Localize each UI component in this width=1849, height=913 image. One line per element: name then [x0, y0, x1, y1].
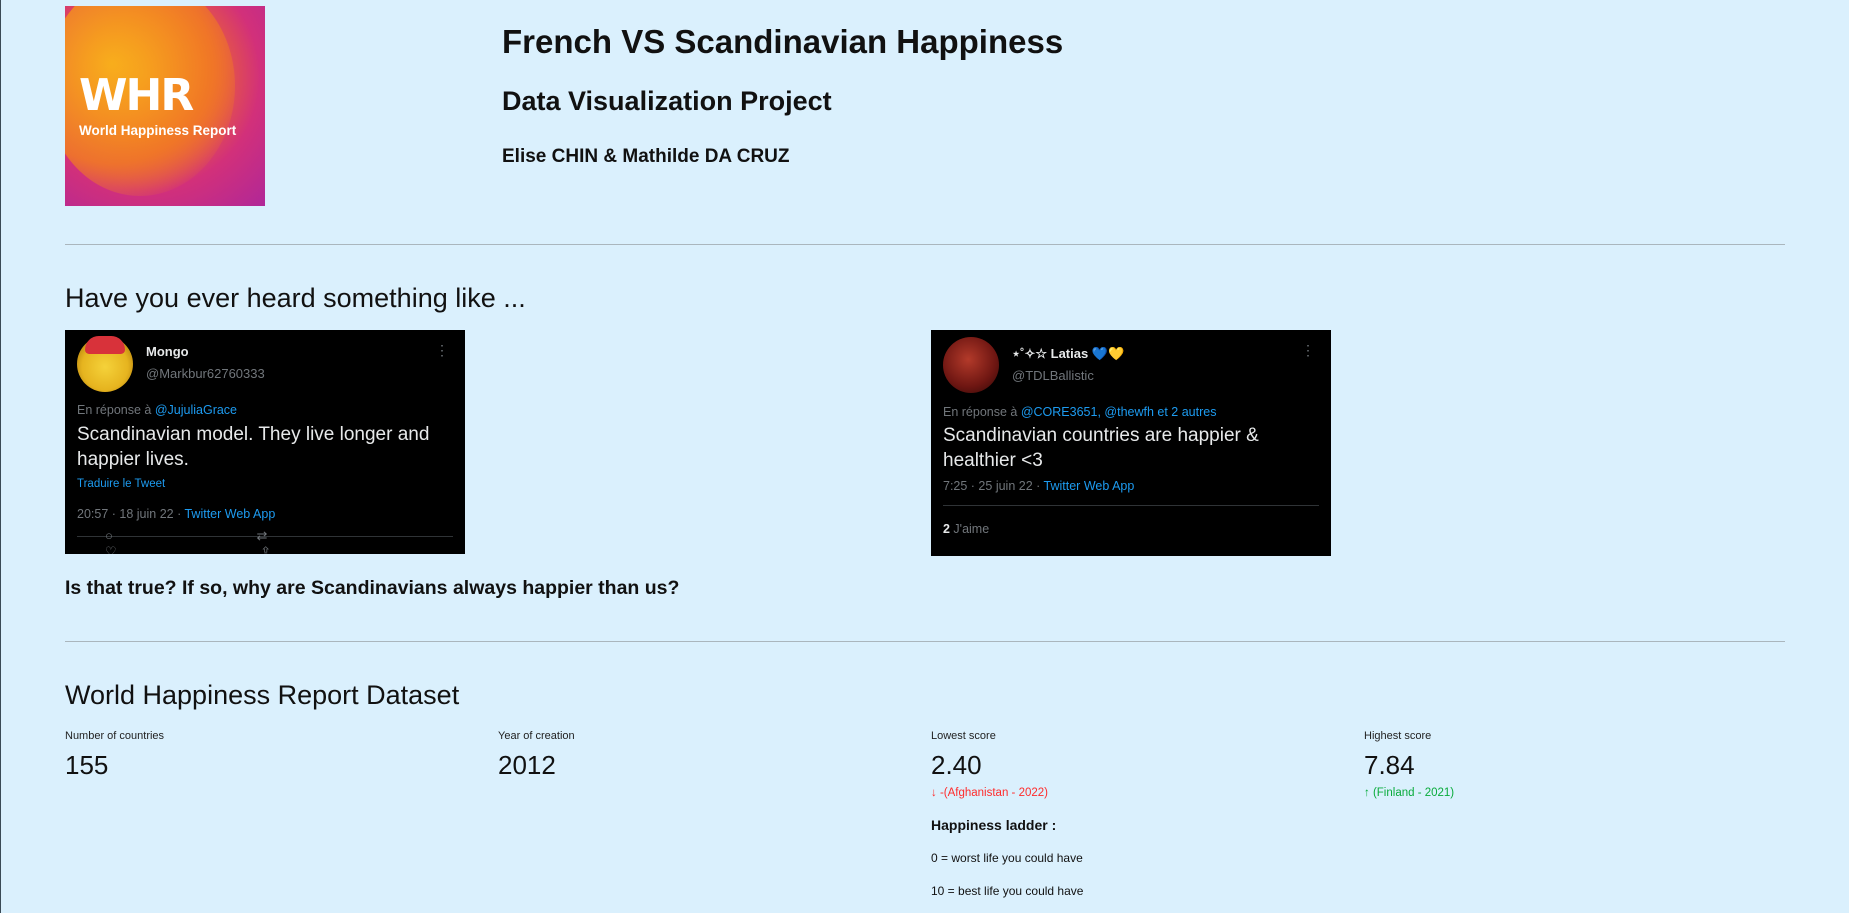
metric-value: 155	[65, 750, 109, 780]
tweet-source-link: Twitter Web App	[184, 507, 276, 521]
authors: Elise CHIN & Mathilde DA CRUZ	[502, 146, 790, 167]
tweet-actions-icons: ○ ⇄ ♡ ⇪	[105, 528, 342, 554]
arrow-up-icon: ↑	[1364, 787, 1370, 799]
tweet-card: ⋆˚✧☆ Latias 💙💛 @TDLBallistic ⋮ En répons…	[931, 330, 1331, 556]
left-border	[0, 0, 1, 913]
arrow-down-icon: ↓	[931, 787, 937, 799]
page-title: French VS Scandinavian Happiness	[502, 23, 1064, 60]
tweet-source-link: Twitter Web App	[1043, 479, 1135, 493]
avatar	[943, 337, 999, 393]
metric-label: Number of countries	[65, 730, 165, 742]
tweet-reply-line: En réponse à @JujuliaGrace	[77, 403, 238, 417]
metric-delta: ↓ -(Afghanistan - 2022)	[931, 787, 1048, 799]
metric-value: 2.40	[931, 750, 982, 780]
translate-tweet-link: Traduire le Tweet	[77, 478, 166, 490]
metric-number-of-countries: Number of countries 155	[65, 730, 465, 781]
metric-year-of-creation: Year of creation 2012	[498, 730, 898, 781]
divider	[65, 641, 1785, 642]
metric-label: Year of creation	[498, 730, 575, 742]
tweet-author-handle: @Markbur62760333	[146, 366, 265, 381]
intro-heading: Have you ever heard something like ...	[65, 283, 526, 313]
tweet-reply-line: En réponse à @CORE3651, @thewfh et 2 aut…	[943, 405, 1217, 419]
logo-word: WHR	[79, 70, 194, 121]
happiness-ladder-best: 10 = best life you could have	[931, 884, 1084, 898]
tweet-likes: 2 J'aime	[943, 522, 990, 536]
metric-delta: ↑ (Finland - 2021)	[1364, 787, 1455, 799]
tweet-reply-link: @CORE3651, @thewfh et 2 autres	[1020, 405, 1217, 419]
metric-label: Highest score	[1364, 730, 1432, 742]
happiness-ladder-worst: 0 = worst life you could have	[931, 851, 1083, 865]
tweet-meta: 20:57 · 18 juin 22 · Twitter Web App	[77, 507, 276, 521]
title-block: French VS Scandinavian Happiness Data Vi…	[502, 18, 1064, 167]
metric-value: 2012	[498, 750, 556, 780]
tweet-text: Scandinavian countries are happier & hea…	[943, 425, 1259, 471]
more-options-icon: ⋮	[1301, 342, 1315, 358]
metric-value: 7.84	[1364, 750, 1415, 780]
avatar	[77, 336, 133, 392]
header: WHR World Happiness Report French VS Sca…	[65, 0, 1785, 240]
page-subtitle: Data Visualization Project	[502, 86, 832, 116]
world-happiness-report-logo: WHR World Happiness Report	[65, 6, 265, 206]
divider	[65, 244, 1785, 245]
dataset-heading: World Happiness Report Dataset	[65, 680, 460, 710]
main-content: WHR World Happiness Report French VS Sca…	[65, 0, 1785, 898]
tweet-author-name: Mongo	[146, 344, 189, 359]
logo-text: World Happiness Report	[79, 123, 237, 138]
tweet-reply-link: @JujuliaGrace	[154, 403, 238, 417]
more-options-icon: ⋮	[435, 342, 449, 358]
tweet-divider	[943, 505, 1319, 506]
tweet-author-name: ⋆˚✧☆ Latias 💙💛	[1012, 346, 1125, 361]
tweet-card: Mongo @Markbur62760333 ⋮ En réponse à @J…	[65, 330, 465, 554]
tweet-meta: 7:25 · 25 juin 22 · Twitter Web App	[943, 479, 1135, 493]
tweet-text: Scandinavian model. They live longer and…	[77, 424, 430, 470]
metric-highest-score: Highest score 7.84 ↑ (Finland - 2021)	[1364, 730, 1764, 799]
tweet-author-handle: @TDLBallistic	[1012, 368, 1094, 383]
happiness-ladder-title: Happiness ladder :	[931, 817, 1057, 833]
metric-label: Lowest score	[931, 730, 996, 742]
intro-question: Is that true? If so, why are Scandinavia…	[65, 577, 680, 599]
metric-lowest-score: Lowest score 2.40 ↓ -(Afghanistan - 2022…	[931, 730, 1331, 799]
